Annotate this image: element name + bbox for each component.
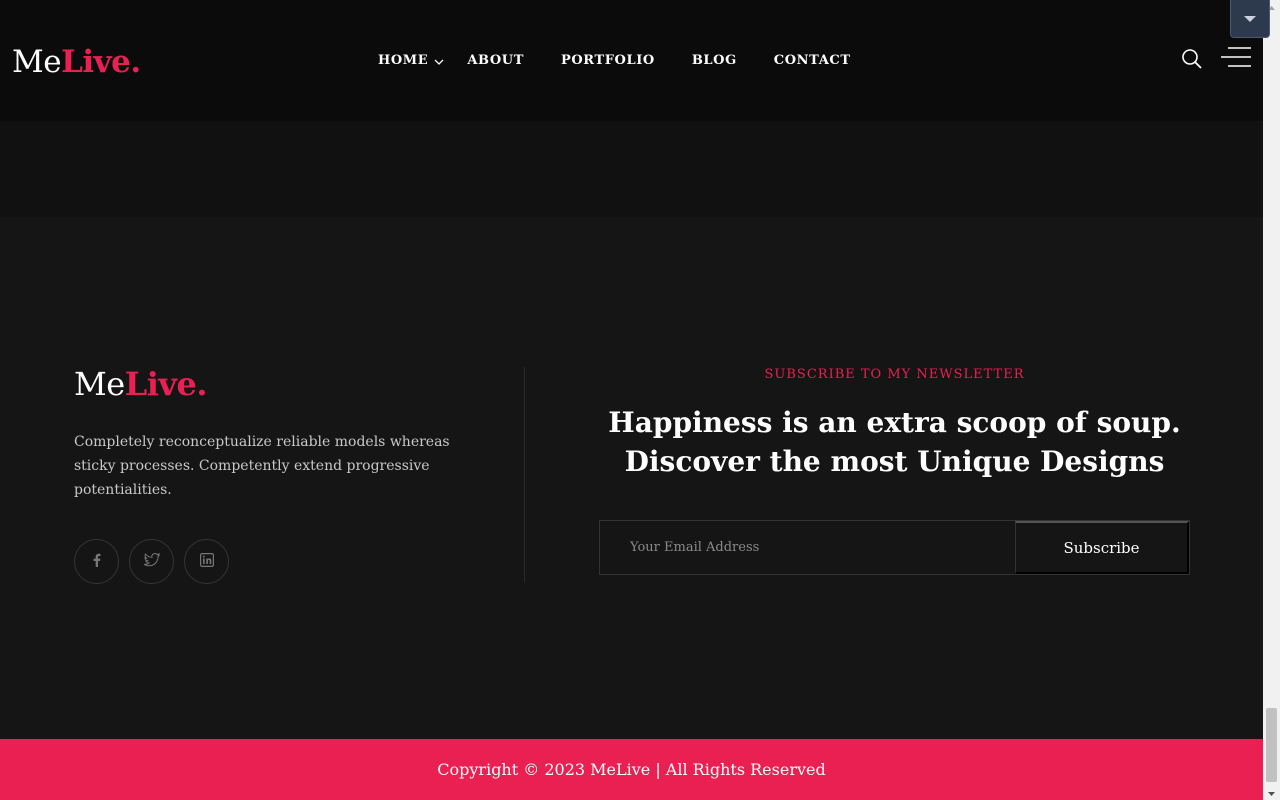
nav-item-about[interactable]: ABOUT [467, 53, 524, 68]
nav-item-blog-label: BLOG [691, 52, 737, 68]
site-logo[interactable]: MeLive. [12, 42, 141, 82]
footer-logo[interactable]: MeLive. [74, 364, 207, 404]
scrollbar-thumb[interactable] [1266, 708, 1277, 782]
subscribe-button[interactable]: Subscribe [1015, 521, 1189, 574]
newsletter-headline-line1: Happiness is an extra scoop of soup. [608, 406, 1181, 439]
nav-item-blog[interactable]: BLOG [692, 53, 737, 68]
section-divider-band [0, 121, 1263, 217]
logo-text-live: Live. [61, 44, 141, 80]
footer-about-text: Completely reconceptualize reliable mode… [74, 434, 450, 498]
caret-down-icon [1242, 9, 1258, 28]
nav-item-home[interactable]: HOME [378, 51, 444, 70]
hamburger-menu-icon[interactable] [1220, 46, 1252, 68]
nav-item-portfolio[interactable]: PORTFOLIO [561, 53, 655, 68]
newsletter-headline: Happiness is an extra scoop of soup. Dis… [600, 403, 1189, 481]
newsletter-form: Subscribe [599, 520, 1190, 575]
twitter-icon [142, 552, 160, 571]
main-nav: HOME ABOUT PORTFOLIO BLOG CONTACT [378, 50, 888, 70]
newsletter-eyebrow: SUBSCRIBE TO MY NEWSLETTER [764, 367, 1025, 382]
nav-item-home-label: HOME [378, 52, 429, 68]
facebook-link[interactable] [74, 539, 119, 584]
chevron-down-icon [434, 55, 444, 70]
search-icon[interactable] [1180, 47, 1204, 71]
scroll-down-arrow-icon[interactable] [1263, 786, 1280, 800]
social-links [74, 539, 229, 584]
site-header: MeLive. HOME ABOUT PORTFOLIO BLOG CONTAC… [0, 0, 1263, 121]
footer-logo-text-live: Live. [124, 365, 208, 403]
nav-item-portfolio-label: PORTFOLIO [560, 52, 655, 68]
nav-item-about-label: ABOUT [467, 52, 524, 68]
copyright-text: Copyright © 2023 MeLive | All Rights Res… [437, 760, 826, 779]
facebook-icon [90, 552, 104, 571]
newsletter-headline-line2: Discover the most Unique Designs [624, 445, 1165, 478]
footer-logo-text-me: Me [74, 365, 125, 403]
linkedin-link[interactable] [184, 539, 229, 584]
floating-toggle-button[interactable] [1230, 0, 1270, 38]
nav-item-contact-label: CONTACT [773, 52, 851, 68]
site-footer: MeLive. Completely reconceptualize relia… [0, 217, 1263, 739]
twitter-link[interactable] [129, 539, 174, 584]
footer-vertical-divider [524, 367, 525, 582]
page-scrollbar[interactable] [1263, 0, 1280, 800]
linkedin-icon [199, 552, 214, 571]
email-field[interactable] [600, 521, 1015, 574]
logo-text-me: Me [12, 44, 62, 80]
nav-item-contact[interactable]: CONTACT [774, 53, 851, 68]
copyright-bar: Copyright © 2023 MeLive | All Rights Res… [0, 739, 1263, 800]
